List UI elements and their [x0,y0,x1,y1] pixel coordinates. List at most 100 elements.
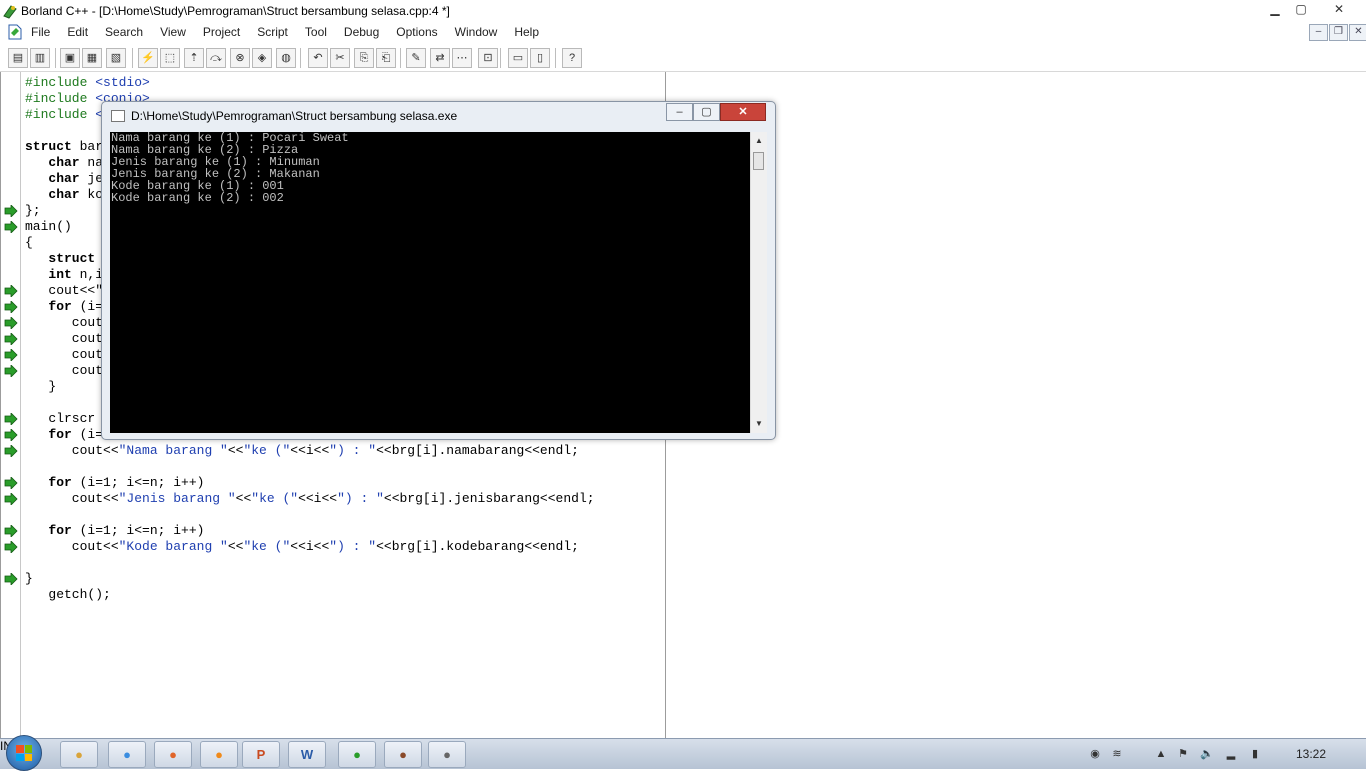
code-line[interactable]: cout<<"Jenis barang "<<"ke ("<<i<<") : "… [25,491,595,507]
breakpoint-icon[interactable]: ◈ [252,48,272,68]
menu-options[interactable]: Options [396,25,445,39]
undo-icon[interactable]: ↶ [308,48,328,68]
menu-items: File Edit Search View Project Script Tool Debug… [31,25,556,39]
execution-point-icon[interactable] [4,317,18,329]
search-again-icon[interactable]: ⋯ [452,48,472,68]
stop-icon[interactable]: ⊗ [230,48,250,68]
menu-edit[interactable]: Edit [67,25,96,39]
menu-debug[interactable]: Debug [344,25,387,39]
watch-icon[interactable]: ◍ [276,48,296,68]
show-hidden-icons-icon[interactable]: ▲ [1154,747,1168,761]
execution-point-icon[interactable] [4,477,18,489]
console-output-area[interactable]: Nama barang ke (1) : Pocari Sweat Nama ba… [110,132,750,433]
toolbar-separator [500,48,501,68]
code-line[interactable]: for (i=1; i<=n; i++) [25,475,595,491]
execution-point-icon[interactable] [4,285,18,297]
power-icon[interactable]: ▮ [1248,747,1262,761]
console-window[interactable]: D:\Home\Study\Pemrograman\Struct bersamb… [101,101,776,440]
execution-point-icon[interactable] [4,525,18,537]
menu-view[interactable]: View [160,25,194,39]
open-project-icon[interactable]: ▥ [30,48,50,68]
powerpoint-icon[interactable]: P [242,741,280,768]
code-line[interactable] [25,459,595,475]
close-button[interactable]: ✕ [1326,1,1352,18]
firefox-icon[interactable]: ● [154,741,192,768]
signal-icon[interactable]: ▂ [1224,747,1238,761]
document-minimize-button[interactable]: – [1309,24,1328,41]
execution-point-icon[interactable] [4,221,18,233]
open-file-icon[interactable]: ▣ [60,48,80,68]
toolbar: ▤ ▥ ▣ ▦ ▧ ⚡ ⬚ ⇡ ⤼ ⊗ ◈ ◍ ↶ ✂ ⎘ ⎗ ✎ ⇄ ⋯ ⊡ ▭ ▯? [0,44,1366,72]
new-project-icon[interactable]: ▤ [8,48,28,68]
copy-icon[interactable]: ⎘ [354,48,374,68]
network-tray-icon[interactable]: ◉ [1088,747,1102,761]
execution-point-icon[interactable] [4,365,18,377]
menu-file[interactable]: File [31,25,58,39]
step-over-icon[interactable]: ⤼ [206,48,226,68]
menu-tool[interactable]: Tool [305,25,335,39]
window-cascade-icon[interactable]: ▯ [530,48,550,68]
borland-icon[interactable]: ● [338,741,376,768]
wifi-tray-icon[interactable]: ≋ [1110,747,1124,761]
execution-point-icon[interactable] [4,573,18,585]
maximize-button[interactable]: ▢ [1288,1,1314,18]
volume-icon[interactable]: 🔈 [1200,747,1214,761]
code-line[interactable]: } [25,571,595,587]
tool-icon[interactable]: ● [384,741,422,768]
console-minimize-button[interactable]: – [666,103,693,121]
scroll-thumb[interactable] [753,152,764,170]
document-close-button[interactable]: ✕ [1349,24,1366,41]
cut-icon[interactable]: ✂ [330,48,350,68]
minimize-button[interactable]: ▁ [1262,1,1288,18]
console-maximize-button[interactable]: ▢ [693,103,720,121]
menu-search[interactable]: Search [105,25,151,39]
code-line[interactable]: getch(); [25,587,595,603]
action-center-icon[interactable]: ⚑ [1176,747,1190,761]
scroll-up-arrow[interactable]: ▲ [751,134,767,148]
clock[interactable]: 13:22 [1296,747,1326,761]
run-icon[interactable]: ⇡ [184,48,204,68]
code-line[interactable] [25,555,595,571]
browse-icon[interactable]: ⊡ [478,48,498,68]
menu-script[interactable]: Script [257,25,296,39]
console-icon[interactable]: ● [428,741,466,768]
console-scrollbar[interactable]: ▲ ▼ [750,132,767,433]
document-icon[interactable] [8,24,22,40]
execution-point-icon[interactable] [4,413,18,425]
code-line[interactable]: #include <stdio> [25,75,595,91]
chrome-icon[interactable]: ● [108,741,146,768]
code-line[interactable] [25,507,595,523]
word-icon[interactable]: W [288,741,326,768]
window-tile-icon[interactable]: ▭ [508,48,528,68]
document-restore-button[interactable]: ❐ [1329,24,1348,41]
media-player-icon[interactable]: ● [200,741,238,768]
execution-point-icon[interactable] [4,205,18,217]
menu-window[interactable]: Window [455,25,506,39]
scroll-down-arrow[interactable]: ▼ [751,417,767,431]
execution-point-icon[interactable] [4,445,18,457]
help-icon[interactable]: ? [562,48,582,68]
editor-gutter[interactable] [1,72,21,738]
menu-project[interactable]: Project [203,25,248,39]
start-button[interactable] [6,735,42,771]
console-close-button[interactable]: ✕ [720,103,766,121]
replace-icon[interactable]: ⇄ [430,48,450,68]
console-output: Nama barang ke (1) : Pocari Sweat Nama ba… [111,132,349,204]
execution-point-icon[interactable] [4,493,18,505]
paste-icon[interactable]: ⎗ [376,48,396,68]
save-all-icon[interactable]: ▧ [106,48,126,68]
execution-point-icon[interactable] [4,301,18,313]
menu-help[interactable]: Help [514,25,547,39]
save-file-icon[interactable]: ▦ [82,48,102,68]
make-icon[interactable]: ⬚ [160,48,180,68]
explorer-icon[interactable]: ● [60,741,98,768]
execution-point-icon[interactable] [4,333,18,345]
compile-icon[interactable]: ⚡ [138,48,158,68]
execution-point-icon[interactable] [4,541,18,553]
execution-point-icon[interactable] [4,429,18,441]
search-icon[interactable]: ✎ [406,48,426,68]
code-line[interactable]: for (i=1; i<=n; i++) [25,523,595,539]
code-line[interactable]: cout<<"Kode barang "<<"ke ("<<i<<") : "<… [25,539,595,555]
execution-point-icon[interactable] [4,349,18,361]
code-line[interactable]: cout<<"Nama barang "<<"ke ("<<i<<") : "<… [25,443,595,459]
